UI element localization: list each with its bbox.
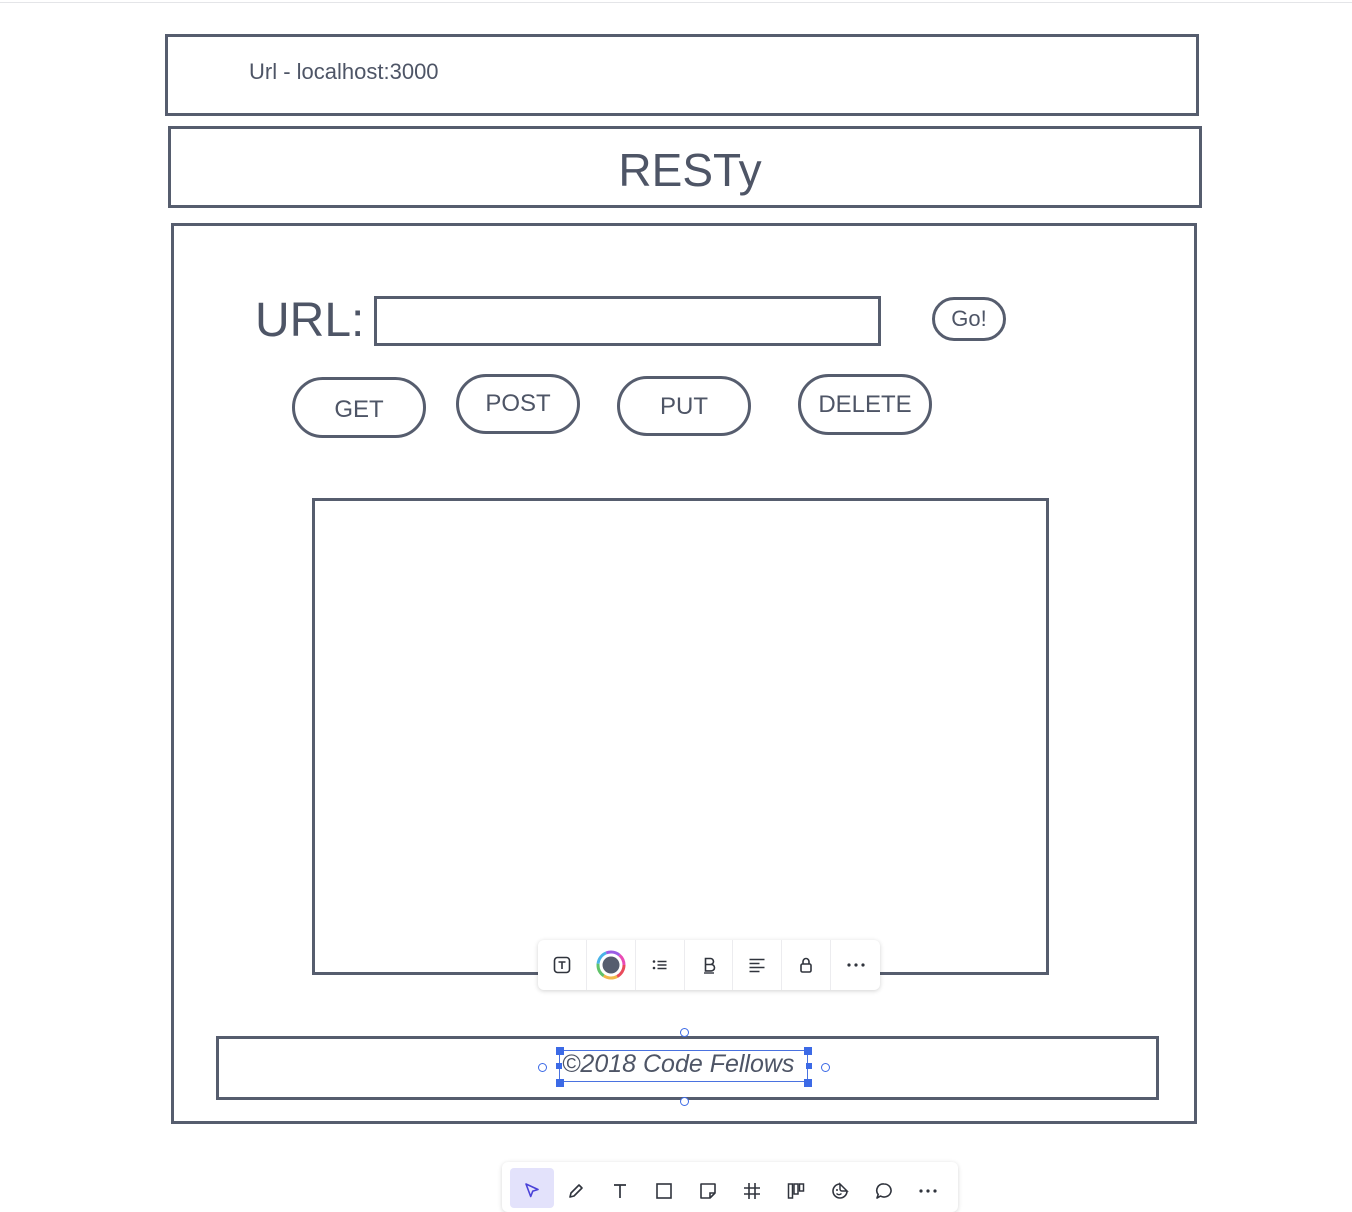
list-icon[interactable] (636, 940, 685, 990)
resize-handle-bottom-left[interactable] (556, 1079, 564, 1087)
header-frame: RESTy (168, 126, 1202, 208)
lock-icon[interactable] (782, 940, 832, 990)
comment-icon[interactable] (862, 1168, 906, 1208)
more-tools-icon[interactable] (906, 1168, 950, 1208)
browser-url-text: Url - localhost:3000 (249, 59, 439, 84)
results-panel (312, 498, 1049, 975)
rectangle-icon[interactable] (642, 1168, 686, 1208)
app-title: RESTy (618, 144, 762, 196)
resize-handle-right[interactable] (806, 1063, 812, 1069)
format-toolbar (538, 940, 880, 990)
sticky-note-icon[interactable] (686, 1168, 730, 1208)
select-cursor-icon[interactable] (510, 1168, 554, 1208)
text-style-icon[interactable] (538, 940, 587, 990)
bottom-toolbar (502, 1162, 958, 1212)
url-label: URL: (255, 294, 365, 347)
resize-handle-top-right[interactable] (804, 1047, 812, 1055)
resize-handle-bottom-right[interactable] (804, 1079, 812, 1087)
connector-handle-left[interactable] (538, 1063, 547, 1072)
frame-icon[interactable] (730, 1168, 774, 1208)
sticker-icon[interactable] (818, 1168, 862, 1208)
connector-handle-right[interactable] (821, 1063, 830, 1072)
browser-url-bar-frame: Url - localhost:3000 (165, 34, 1199, 116)
delete-button[interactable]: DELETE (798, 374, 932, 435)
connector-handle-bottom[interactable] (680, 1097, 689, 1106)
align-icon[interactable] (733, 940, 783, 990)
resize-handle-left[interactable] (556, 1063, 562, 1069)
bold-icon[interactable] (685, 940, 734, 990)
color-picker-icon[interactable] (587, 940, 636, 990)
url-input[interactable] (374, 296, 881, 346)
resize-handle-top-left[interactable] (556, 1047, 564, 1055)
connector-handle-top[interactable] (680, 1028, 689, 1037)
go-button[interactable]: Go! (932, 297, 1006, 341)
post-button[interactable]: POST (456, 374, 580, 434)
more-icon[interactable] (831, 940, 880, 990)
text-tool-icon[interactable] (598, 1168, 642, 1208)
put-button[interactable]: PUT (617, 376, 751, 436)
get-button[interactable]: GET (292, 377, 426, 438)
text-selection-box (559, 1050, 808, 1082)
pen-icon[interactable] (554, 1168, 598, 1208)
kanban-icon[interactable] (774, 1168, 818, 1208)
canvas-top-border (0, 2, 1352, 3)
